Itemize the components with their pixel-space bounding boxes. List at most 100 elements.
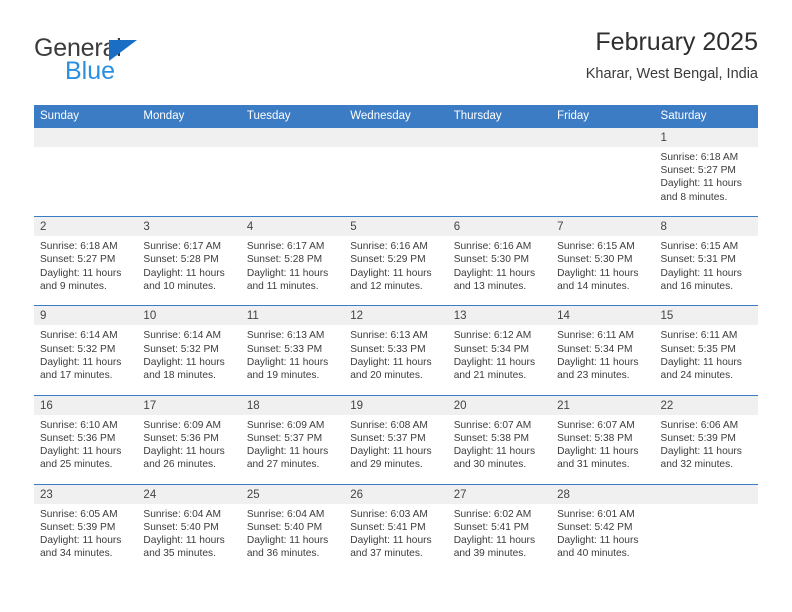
day-number-band: 21 [551,395,655,415]
day-number: 20 [453,399,467,412]
sunset-text: Sunset: 5:34 PM [557,343,633,355]
day-details: Sunrise: 6:16 AM Sunset: 5:30 PM Dayligh… [448,236,551,293]
day-cell[interactable]: 25 Sunrise: 6:04 AM Sunset: 5:40 PM Dayl… [240,484,345,573]
daylight-text: Daylight: 11 hours and 37 minutes. [350,535,432,560]
sunset-text: Sunset: 5:39 PM [40,521,116,533]
day-details: Sunrise: 6:04 AM Sunset: 5:40 PM Dayligh… [241,504,344,561]
day-cell[interactable]: 9 Sunrise: 6:14 AM Sunset: 5:32 PM Dayli… [34,306,138,395]
day-number: 25 [246,488,260,501]
day-details: Sunrise: 6:15 AM Sunset: 5:30 PM Dayligh… [551,236,654,293]
day-number: 5 [350,221,357,234]
day-cell[interactable]: 10 Sunrise: 6:14 AM Sunset: 5:32 PM Dayl… [137,306,241,395]
day-details: Sunrise: 6:04 AM Sunset: 5:40 PM Dayligh… [137,504,240,561]
day-cell[interactable]: 18 Sunrise: 6:09 AM Sunset: 5:37 PM Dayl… [240,395,345,484]
day-cell[interactable]: 12 Sunrise: 6:13 AM Sunset: 5:33 PM Dayl… [344,306,448,395]
day-number-band: 25 [240,484,345,504]
sunrise-text: Sunrise: 6:09 AM [246,419,325,431]
daylight-text: Daylight: 11 hours and 30 minutes. [453,445,536,471]
sunrise-text: Sunrise: 6:12 AM [453,330,532,342]
weekday-header-saturday: Saturday [660,110,707,122]
daylight-text: Daylight: 11 hours and 23 minutes. [557,356,639,381]
sunrise-text: Sunrise: 6:08 AM [350,419,428,431]
day-cell[interactable]: 6 Sunrise: 6:16 AM Sunset: 5:30 PM Dayli… [447,217,552,306]
sunset-text: Sunset: 5:38 PM [557,432,633,444]
day-cell[interactable] [654,484,758,573]
day-cell[interactable]: 3 Sunrise: 6:17 AM Sunset: 5:28 PM Dayli… [137,217,241,306]
sunset-text: Sunset: 5:32 PM [143,343,219,355]
sunset-text: Sunset: 5:39 PM [660,432,736,444]
day-number: 10 [143,310,157,323]
day-details: Sunrise: 6:11 AM Sunset: 5:34 PM Dayligh… [551,325,654,382]
day-cell[interactable]: 4 Sunrise: 6:17 AM Sunset: 5:28 PM Dayli… [240,217,345,306]
day-number: 8 [660,221,667,234]
sunrise-text: Sunrise: 6:10 AM [40,419,118,431]
page-header: General Blue February 2025 Kharar, West … [34,26,758,98]
day-cell[interactable] [551,128,655,217]
daylight-text: Daylight: 11 hours and 16 minutes. [660,267,742,292]
day-number: 1 [660,132,667,144]
day-cell[interactable] [137,128,241,217]
day-number-band: 2 [34,217,138,237]
daylight-text: Daylight: 11 hours and 32 minutes. [660,445,742,471]
day-number-band: 8 [654,217,758,237]
day-number: 27 [453,488,467,501]
sunset-text: Sunset: 5:28 PM [246,254,323,266]
day-number-band: 12 [344,306,448,326]
logo-text-blue: Blue [65,57,116,85]
weekday-header-sunday: Sunday [40,110,80,122]
day-cell[interactable]: 2 Sunrise: 6:18 AM Sunset: 5:27 PM Dayli… [34,217,138,306]
sunset-text: Sunset: 5:40 PM [246,521,323,533]
sunset-text: Sunset: 5:36 PM [40,432,116,444]
day-cell[interactable] [344,128,448,217]
day-details: Sunrise: 6:15 AM Sunset: 5:31 PM Dayligh… [655,236,758,293]
day-cell[interactable]: 17 Sunrise: 6:09 AM Sunset: 5:36 PM Dayl… [137,395,241,484]
sunset-text: Sunset: 5:30 PM [453,254,530,266]
daylight-text: Daylight: 11 hours and 40 minutes. [557,535,639,560]
sunset-text: Sunset: 5:31 PM [660,254,736,266]
day-cell[interactable]: 27 Sunrise: 6:02 AM Sunset: 5:41 PM Dayl… [447,484,552,573]
generalblue-logo: General Blue [34,34,254,90]
day-cell[interactable]: 26 Sunrise: 6:03 AM Sunset: 5:41 PM Dayl… [344,484,448,573]
day-cell[interactable]: 19 Sunrise: 6:08 AM Sunset: 5:37 PM Dayl… [344,395,448,484]
day-cell[interactable]: 8 Sunrise: 6:15 AM Sunset: 5:31 PM Dayli… [654,217,758,306]
sunrise-text: Sunrise: 6:11 AM [660,330,738,342]
day-cell[interactable] [240,128,345,217]
day-cell[interactable]: 28 Sunrise: 6:01 AM Sunset: 5:42 PM Dayl… [551,484,655,573]
day-cell[interactable]: 20 Sunrise: 6:07 AM Sunset: 5:38 PM Dayl… [447,395,552,484]
sunset-text: Sunset: 5:29 PM [350,254,426,266]
sunset-text: Sunset: 5:42 PM [557,521,633,533]
day-number: 6 [453,221,461,234]
day-number: 24 [143,488,157,501]
day-number-band: 28 [551,484,655,504]
day-cell[interactable] [447,128,552,217]
sunset-text: Sunset: 5:36 PM [143,432,219,444]
day-cell[interactable]: 7 Sunrise: 6:15 AM Sunset: 5:30 PM Dayli… [551,217,655,306]
day-cell[interactable] [34,128,138,217]
daylight-text: Daylight: 11 hours and 25 minutes. [40,445,122,471]
sunrise-text: Sunrise: 6:18 AM [40,241,118,253]
sunrise-text: Sunrise: 6:14 AM [40,330,118,342]
day-cell[interactable]: 16 Sunrise: 6:10 AM Sunset: 5:36 PM Dayl… [34,395,138,484]
day-cell[interactable]: 21 Sunrise: 6:07 AM Sunset: 5:38 PM Dayl… [551,395,655,484]
day-cell[interactable]: 14 Sunrise: 6:11 AM Sunset: 5:34 PM Dayl… [551,306,655,395]
day-cell[interactable]: 22 Sunrise: 6:06 AM Sunset: 5:39 PM Dayl… [654,395,758,484]
day-number: 3 [143,221,150,234]
day-details: Sunrise: 6:05 AM Sunset: 5:39 PM Dayligh… [34,504,137,561]
day-number: 16 [40,399,53,412]
day-details: Sunrise: 6:13 AM Sunset: 5:33 PM Dayligh… [344,325,447,382]
day-cell[interactable]: 15 Sunrise: 6:11 AM Sunset: 5:35 PM Dayl… [654,306,758,395]
day-cell[interactable]: 11 Sunrise: 6:13 AM Sunset: 5:33 PM Dayl… [240,306,345,395]
day-cell[interactable]: 23 Sunrise: 6:05 AM Sunset: 5:39 PM Dayl… [34,484,138,573]
day-cell[interactable]: 5 Sunrise: 6:16 AM Sunset: 5:29 PM Dayli… [344,217,448,306]
day-details: Sunrise: 6:02 AM Sunset: 5:41 PM Dayligh… [448,504,551,561]
weekday-header-monday: Monday [143,110,185,122]
day-cell[interactable]: 13 Sunrise: 6:12 AM Sunset: 5:34 PM Dayl… [447,306,552,395]
day-cell[interactable]: 24 Sunrise: 6:04 AM Sunset: 5:40 PM Dayl… [137,484,241,573]
day-cell[interactable]: 1 Sunrise: 6:18 AM Sunset: 5:27 PM Dayli… [654,128,758,217]
sunrise-text: Sunrise: 6:17 AM [246,241,325,253]
day-details: Sunrise: 6:06 AM Sunset: 5:39 PM Dayligh… [655,415,758,472]
weekday-header-thursday: Thursday [453,110,502,122]
sunrise-text: Sunrise: 6:13 AM [246,330,325,342]
day-details: Sunrise: 6:09 AM Sunset: 5:37 PM Dayligh… [241,415,344,472]
weekday-header-row: Sunday Monday Tuesday Wednesday Thursday… [34,105,758,127]
